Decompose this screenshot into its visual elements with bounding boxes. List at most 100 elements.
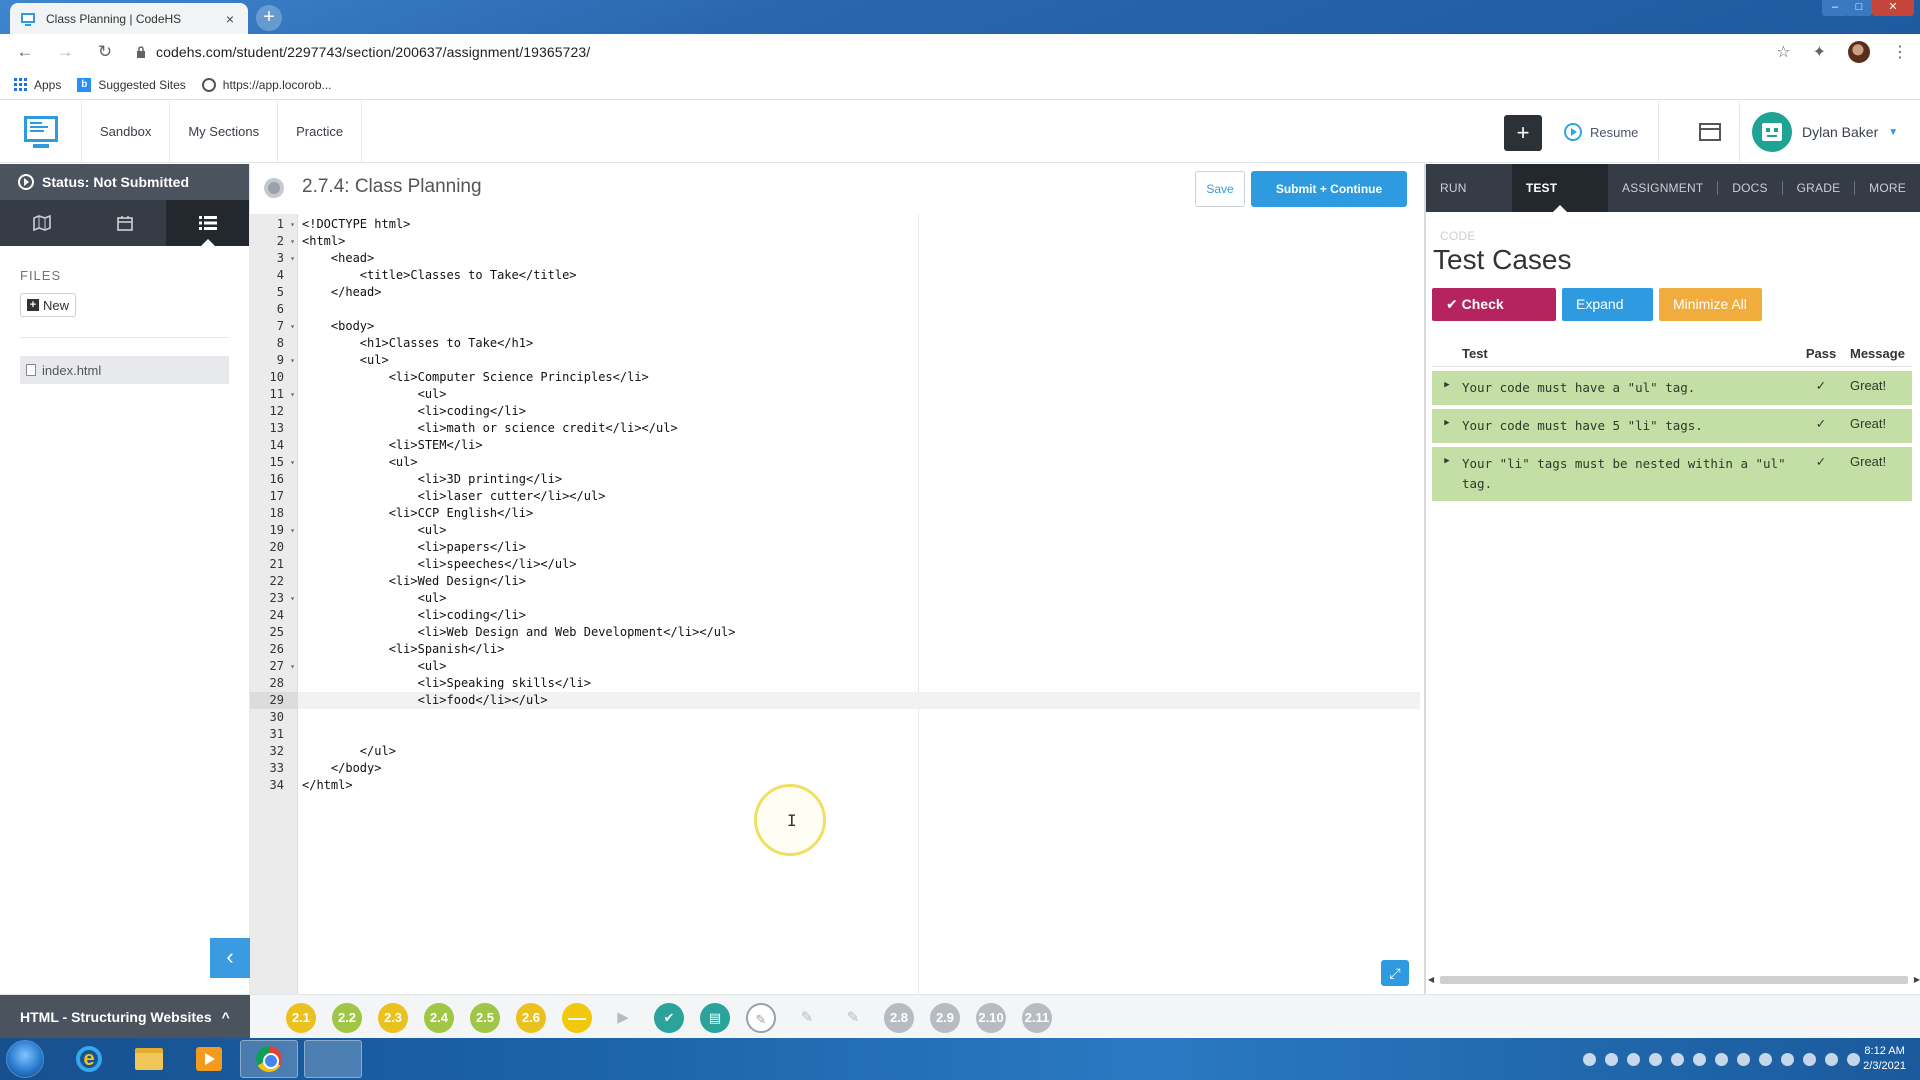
caret-right-icon[interactable]: ▶	[1432, 454, 1462, 466]
caret-right-icon[interactable]: ▶	[1432, 416, 1462, 428]
fold-toggle-icon[interactable]: ▾	[290, 454, 295, 471]
minimize-window-button[interactable]: –	[1822, 0, 1848, 16]
lesson-bubble[interactable]: 2.3	[378, 1003, 408, 1033]
fold-toggle-icon[interactable]: ▾	[290, 318, 295, 335]
tab-map[interactable]	[0, 200, 83, 246]
nav-sandbox[interactable]: Sandbox	[82, 101, 171, 163]
code-line[interactable]: 11 ▾ <ul>	[250, 386, 1420, 403]
bookmark-star-icon[interactable]: ☆	[1776, 42, 1790, 62]
nav-my-sections[interactable]: My Sections	[170, 101, 279, 163]
fold-toggle-icon[interactable]: ▾	[290, 590, 295, 607]
taskbar-app-window[interactable]	[304, 1040, 362, 1078]
settings-gear-icon[interactable]	[264, 178, 284, 198]
menu-dots-icon[interactable]: ⋮	[1892, 42, 1908, 62]
tab-assignment[interactable]: ASSIGNMENT	[1608, 164, 1717, 212]
create-plus-button[interactable]: +	[1504, 115, 1542, 151]
lesson-bubble[interactable]: ✎	[792, 1003, 822, 1033]
code-line[interactable]: 22 <li>Wed Design</li>	[250, 573, 1420, 590]
system-clock[interactable]: 8:12 AM 2/3/2021	[1863, 1044, 1906, 1074]
reload-icon[interactable]: ↻	[92, 42, 118, 62]
save-button[interactable]: Save	[1195, 171, 1245, 207]
tab-docs[interactable]: DOCS	[1718, 164, 1781, 212]
code-lines[interactable]: 1 ▾ <!DOCTYPE html> 2 ▾ <html> 3 ▾ <head> 4 <tit…	[250, 216, 1420, 794]
tray-icon[interactable]	[1737, 1052, 1750, 1066]
code-line[interactable]: 2 ▾ <html>	[250, 233, 1420, 250]
code-line[interactable]: 7 ▾ <body>	[250, 318, 1420, 335]
bookmark-locorob[interactable]: https://app.locorob...	[201, 77, 332, 92]
code-line[interactable]: 34 </html>	[250, 777, 1420, 794]
tray-icon[interactable]	[1715, 1052, 1728, 1066]
code-line[interactable]: 4 <title>Classes to Take</title>	[250, 267, 1420, 284]
profile-avatar-icon[interactable]	[1848, 41, 1870, 63]
lesson-bubble[interactable]: 2.10	[976, 1003, 1006, 1033]
table-row[interactable]: ▶ Your code must have 5 "li" tags. ✓ Gre…	[1432, 409, 1912, 443]
user-menu[interactable]: Dylan Baker ▼	[1752, 101, 1898, 163]
bookmark-suggested-sites[interactable]: b Suggested Sites	[77, 77, 186, 92]
code-line[interactable]: 24 <li>coding</li>	[250, 607, 1420, 624]
new-file-button[interactable]: + New	[20, 293, 76, 317]
fold-toggle-icon[interactable]: ▾	[290, 658, 295, 675]
close-tab-icon[interactable]: ×	[222, 11, 238, 27]
caret-right-icon[interactable]: ▶	[1432, 378, 1462, 390]
forward-arrow-icon[interactable]: →	[52, 42, 78, 62]
code-editor[interactable]: 1 ▾ <!DOCTYPE html> 2 ▾ <html> 3 ▾ <head> 4 <tit…	[250, 214, 1420, 994]
bookmark-apps[interactable]: Apps	[14, 78, 61, 92]
scroll-left-icon[interactable]: ◀	[1428, 975, 1434, 984]
tray-icon[interactable]	[1583, 1052, 1596, 1066]
lesson-bubble[interactable]: —	[562, 1003, 592, 1033]
window-toggle-button[interactable]	[1680, 101, 1740, 163]
file-item-index-html[interactable]: index.html	[20, 356, 229, 384]
lesson-bubble[interactable]: 2.9	[930, 1003, 960, 1033]
code-line[interactable]: 23 ▾ <ul>	[250, 590, 1420, 607]
table-row[interactable]: ▶ Your code must have a "ul" tag. ✓ Grea…	[1432, 371, 1912, 405]
taskbar-file-explorer[interactable]	[120, 1040, 178, 1078]
new-tab-button[interactable]: +	[256, 5, 282, 31]
lesson-bubble[interactable]: ✎	[838, 1003, 868, 1033]
code-line[interactable]: 26 <li>Spanish</li>	[250, 641, 1420, 658]
taskbar-internet-explorer[interactable]: e	[60, 1040, 118, 1078]
fullscreen-expand-button[interactable]: ⤢	[1381, 960, 1409, 986]
code-line[interactable]: 28 <li>Speaking skills</li>	[250, 675, 1420, 692]
minimize-all-button[interactable]: Minimize All	[1659, 288, 1762, 321]
code-line[interactable]: 15 ▾ <ul>	[250, 454, 1420, 471]
check-code-button[interactable]: ✔ Check Code	[1432, 288, 1556, 345]
tab-run-code[interactable]: RUN CODE	[1426, 164, 1512, 243]
tab-files[interactable]	[166, 200, 249, 246]
tray-icon[interactable]	[1693, 1052, 1706, 1066]
extensions-puzzle-icon[interactable]: ✦	[1813, 42, 1826, 62]
code-line[interactable]: 10 <li>Computer Science Principles</li>	[250, 369, 1420, 386]
code-line[interactable]: 9 ▾ <ul>	[250, 352, 1420, 369]
code-line[interactable]: 16 <li>3D printing</li>	[250, 471, 1420, 488]
tab-calendar[interactable]	[83, 200, 166, 246]
lesson-bubble[interactable]: 2.4	[424, 1003, 454, 1033]
maximize-window-button[interactable]: □	[1846, 0, 1872, 16]
tray-icon[interactable]	[1781, 1052, 1794, 1066]
tab-grade[interactable]: GRADE	[1783, 164, 1855, 212]
code-line[interactable]: 3 ▾ <head>	[250, 250, 1420, 267]
tray-icon[interactable]	[1671, 1052, 1684, 1066]
lesson-bubble[interactable]: 2.5	[470, 1003, 500, 1033]
tab-more[interactable]: MORE	[1855, 164, 1920, 212]
scrollbar-thumb[interactable]	[1440, 976, 1908, 984]
code-line[interactable]: 30	[250, 709, 1420, 726]
fold-toggle-icon[interactable]: ▾	[290, 352, 295, 369]
lesson-bubble[interactable]: ▶	[608, 1003, 638, 1033]
fold-toggle-icon[interactable]: ▾	[290, 216, 295, 233]
code-line[interactable]: 25 <li>Web Design and Web Development</l…	[250, 624, 1420, 641]
submit-continue-button[interactable]: Submit + Continue	[1251, 171, 1407, 207]
lesson-bubble[interactable]: ✔	[654, 1003, 684, 1033]
taskbar-media-player[interactable]	[180, 1040, 238, 1078]
code-line[interactable]: 6	[250, 301, 1420, 318]
code-line[interactable]: 17 <li>laser cutter</li></ul>	[250, 488, 1420, 505]
start-button[interactable]	[6, 1040, 44, 1078]
code-line[interactable]: 20 <li>papers</li>	[250, 539, 1420, 556]
code-line[interactable]: 33 </body>	[250, 760, 1420, 777]
unit-selector[interactable]: HTML - Structuring Websites ^	[0, 995, 250, 1039]
tray-icon[interactable]	[1605, 1052, 1618, 1066]
fold-toggle-icon[interactable]: ▾	[290, 250, 295, 267]
tray-icon[interactable]	[1627, 1052, 1640, 1066]
code-line[interactable]: 32 </ul>	[250, 743, 1420, 760]
resume-button[interactable]: Resume	[1564, 101, 1660, 163]
table-row[interactable]: ▶ Your "li" tags must be nested within a…	[1432, 447, 1912, 501]
code-line[interactable]: 29 <li>food</li></ul>	[250, 692, 1420, 709]
